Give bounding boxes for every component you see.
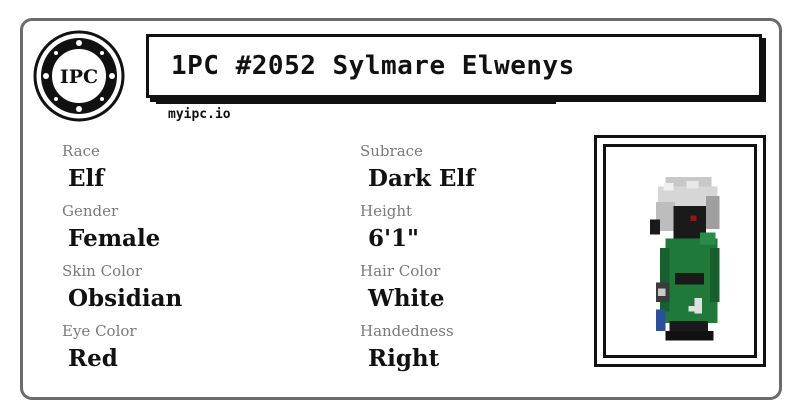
gender-value: Female <box>68 225 161 252</box>
handedness-label: Handedness <box>360 322 454 340</box>
skin-color-value: Obsidian <box>68 285 183 312</box>
site-link[interactable]: myipc.io <box>168 107 231 122</box>
portrait-frame <box>594 135 766 367</box>
ipc-seal-icon: IPC <box>33 30 125 122</box>
subrace-label: Subrace <box>360 142 423 160</box>
race-value: Elf <box>68 165 105 192</box>
card-title: 1PC #2052 Sylmare Elwenys <box>171 51 575 81</box>
handedness-value: Right <box>368 345 440 372</box>
height-value: 6'1" <box>368 225 420 252</box>
eye-color-value: Red <box>68 345 118 372</box>
subrace-value: Dark Elf <box>368 165 476 192</box>
portrait-inner-frame <box>603 144 757 358</box>
pixel-character-sprite <box>650 177 720 341</box>
eye-color-label: Eye Color <box>62 322 137 340</box>
gender-label: Gender <box>62 202 119 220</box>
race-label: Race <box>62 142 100 160</box>
title-box: 1PC #2052 Sylmare Elwenys <box>146 34 762 98</box>
logo-text: IPC <box>60 66 98 88</box>
height-label: Height <box>360 202 413 220</box>
title-underline <box>156 100 556 104</box>
hair-color-value: White <box>368 285 445 312</box>
hair-color-label: Hair Color <box>360 262 441 280</box>
skin-color-label: Skin Color <box>62 262 143 280</box>
